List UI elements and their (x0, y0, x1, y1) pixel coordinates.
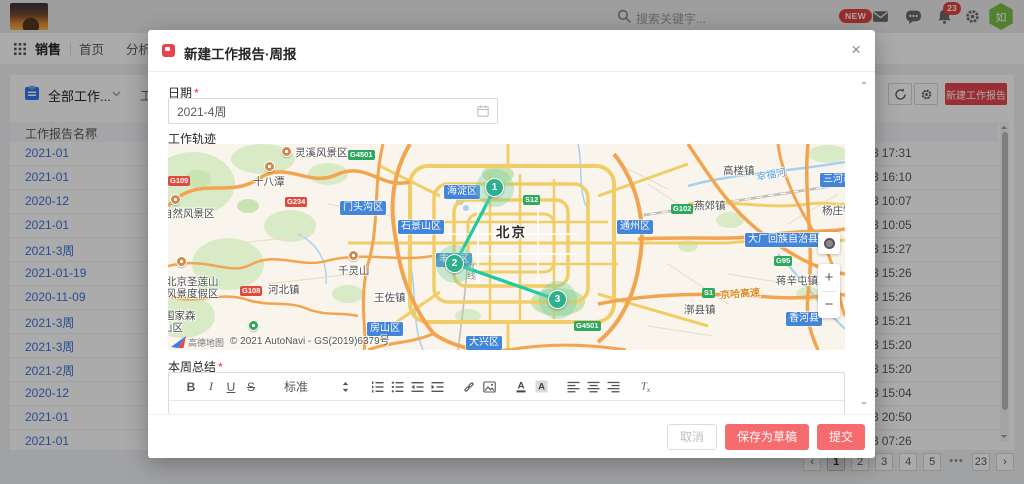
date-input[interactable]: 2021-4周 (168, 98, 498, 124)
new-report-modal: 新建工作报告·周报 × 日期* 2021-4周 工作轨迹 (148, 30, 875, 458)
font-size-icon[interactable] (335, 377, 355, 397)
scenic-poi-icon (348, 250, 359, 261)
map-label-district: 门头沟区 (340, 201, 386, 215)
align-left-icon[interactable] (563, 377, 583, 397)
map-label-town: 漷县镇 (684, 302, 716, 317)
map-label-rail: 九线 (465, 262, 478, 280)
map-label-badge-red: G108 (240, 286, 262, 296)
bold-button[interactable]: B (181, 377, 201, 397)
zoom-in-button[interactable]: + (818, 264, 840, 291)
amap-logo-icon (170, 335, 187, 349)
zoom-out-button[interactable]: − (818, 292, 840, 319)
map-label-district: 通州区 (617, 220, 653, 234)
font-color-icon[interactable]: A (511, 377, 531, 397)
background-color-icon[interactable]: A (531, 377, 551, 397)
modal-scroll-up-arrow[interactable] (861, 78, 867, 84)
paragraph-style-button[interactable]: 标准 (273, 377, 319, 397)
scenic-poi-icon (176, 256, 187, 267)
close-icon[interactable]: × (851, 40, 861, 60)
map-label-town: 风景度假区 (168, 286, 219, 301)
strikethrough-button[interactable]: S (241, 377, 261, 397)
calendar-icon (477, 105, 489, 117)
map-zoom-control: + − (818, 264, 840, 318)
map-label-district: 石景山区 (398, 220, 444, 234)
outdent-icon[interactable] (407, 377, 427, 397)
map-label-badge-green: S12 (523, 195, 540, 205)
map-copyright: © 2021 AutoNavi - GS(2019)6379号 (230, 332, 390, 347)
map-label-town: 蒋辛屯镇 (776, 273, 818, 288)
map-label-district: 三河市 (820, 173, 845, 187)
map-label-water: 幸福河 (755, 164, 787, 184)
map-label-district: 香河县 (786, 312, 822, 326)
amap-logo-text: 高德地图 (188, 336, 224, 349)
map-label-town: 十八潭 (253, 174, 285, 189)
locate-button[interactable] (818, 232, 840, 254)
map-label-town: 高楼镇 (723, 163, 755, 178)
date-value: 2021-4周 (177, 103, 477, 120)
map-label-badge-red: G109 (168, 176, 190, 186)
map-label-district: 大厂回族自治县 (745, 233, 821, 247)
map-label-badge-green: G95 (774, 256, 792, 266)
locate-icon (824, 238, 835, 249)
map-label-town: 杨庄镇 (822, 203, 845, 218)
svg-text:x: x (647, 388, 650, 393)
map-label-badge-red: G234 (285, 197, 307, 207)
ordered-list-icon[interactable] (367, 377, 387, 397)
modal-title: 新建工作报告·周报 (184, 43, 297, 63)
park-poi-icon (248, 320, 259, 331)
save-draft-button[interactable]: 保存为草稿 (725, 424, 809, 450)
map-label-district: 海淀区 (444, 185, 480, 199)
work-track-map[interactable]: 门头沟区海淀区石景山区通州区丰台区三河市大厂回族自治县房山区香河县大兴区十八潭灵… (168, 144, 845, 350)
map-label-town: 自然风景区 (168, 206, 215, 221)
underline-button[interactable]: U (221, 377, 241, 397)
map-label-city: 北京 (496, 221, 527, 241)
italic-button[interactable]: I (201, 377, 221, 397)
unordered-list-icon[interactable] (387, 377, 407, 397)
modal-footer: 取消 保存为草稿 提交 (148, 414, 875, 458)
insert-image-icon[interactable] (479, 377, 499, 397)
map-label-town: 山区 (168, 320, 183, 335)
editor-toolbar: BIUS 标准 A A Tx (169, 373, 844, 401)
insert-link-icon[interactable] (459, 377, 479, 397)
map-label-town: 燕郊镇 (694, 198, 726, 213)
map-label-town: 灵溪风景区 (295, 145, 348, 160)
modal-header: 新建工作报告·周报 × (148, 30, 875, 72)
svg-text:A: A (538, 382, 545, 393)
map-label-badge-green: S1 (702, 288, 715, 298)
map-label-roadname: 京哈高速 (720, 284, 761, 302)
map-label-district: 大兴区 (466, 336, 502, 350)
scenic-poi-icon (170, 194, 181, 205)
amap-logo: 高德地图 (170, 335, 224, 349)
align-center-icon[interactable] (583, 377, 603, 397)
svg-text:A: A (518, 381, 525, 392)
map-label-badge-green: G4501 (574, 321, 601, 331)
map-label-town: 千灵山 (338, 263, 370, 278)
map-label-layer: 门头沟区海淀区石景山区通州区丰台区三河市大厂回族自治县房山区香河县大兴区十八潭灵… (168, 144, 845, 350)
map-label-badge-green: G102 (671, 204, 693, 214)
report-icon (162, 44, 175, 57)
cancel-button[interactable]: 取消 (667, 424, 717, 450)
map-label-badge-green: G4501 (348, 150, 375, 160)
map-label-town: 河北镇 (268, 282, 300, 297)
scenic-poi-icon (281, 146, 292, 157)
align-right-icon[interactable] (603, 377, 623, 397)
submit-button[interactable]: 提交 (817, 424, 865, 450)
clear-format-icon[interactable]: Tx (635, 377, 655, 397)
indent-icon[interactable] (427, 377, 447, 397)
map-label-town: 王佐镇 (374, 290, 406, 305)
scenic-poi-icon (264, 161, 275, 172)
modal-scroll-down-arrow[interactable] (861, 402, 867, 408)
